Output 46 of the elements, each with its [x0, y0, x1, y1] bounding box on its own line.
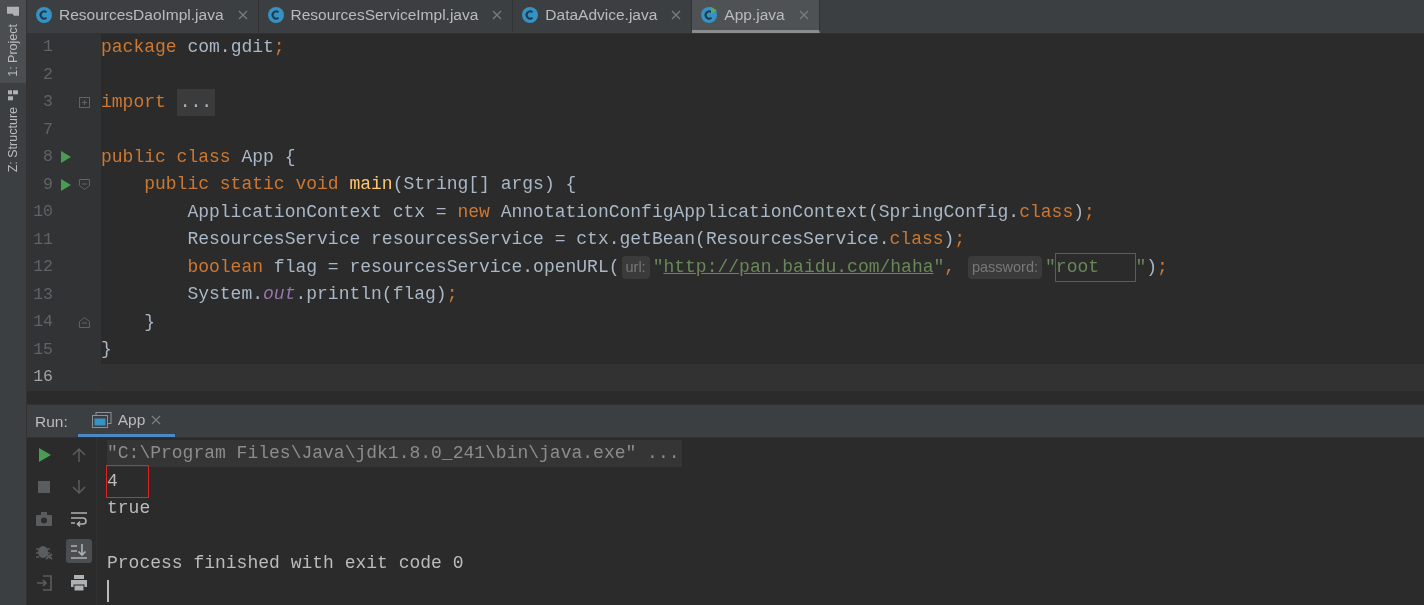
tool-window-tab[interactable]: Z: Structure [0, 82, 26, 179]
code-text: ApplicationContext ctx = new AnnotationConfigApplicationContext(SpringConfig.class); [186, 200, 1095, 224]
file-tab[interactable]: ResourcesServiceImpl.java [258, 0, 514, 33]
class-icon [521, 5, 540, 24]
close-icon [151, 414, 162, 425]
parameter-hint: url: [621, 255, 650, 280]
fold-marker-icon [79, 179, 91, 191]
code-text: import [101, 90, 167, 114]
close-icon [671, 9, 682, 20]
code-text: ResourcesService resourcesService = ctx.getBean(ResourcesService.class); [186, 228, 966, 252]
code-text: ", [933, 255, 957, 279]
file-tab[interactable]: ResourcesDaoImpl.java [27, 0, 259, 33]
code-text: public static void main(String[] args) { [143, 173, 577, 197]
text-cursor [107, 580, 109, 603]
code-text: " [652, 255, 664, 279]
tool-window-tab[interactable]: 1: Project [0, 0, 26, 83]
console-output: Process finished with exit code 0 [107, 552, 464, 576]
code-text: "); [1135, 255, 1168, 279]
run-tab[interactable]: App [77, 405, 176, 437]
line-number: 16 [32, 366, 53, 389]
code-text: } [101, 338, 112, 362]
folded-code[interactable]: ... [176, 88, 216, 116]
highlighted-text: root [1055, 253, 1136, 281]
panel-title: Run: [34, 411, 69, 432]
console-output: true [107, 497, 151, 521]
console-output: 4 [107, 465, 148, 497]
code-text: package com.gdit; [101, 35, 285, 59]
class-icon [35, 5, 53, 24]
code-text: System.out.println(flag); [186, 283, 458, 307]
close-icon [492, 9, 503, 20]
fold-marker-icon [79, 316, 91, 328]
code-text: public class App { [101, 145, 296, 169]
url-link[interactable]: http://pan.baidu.com/haha [663, 253, 934, 281]
close-icon [237, 9, 248, 20]
parameter-hint: password: [967, 255, 1043, 280]
file-tab[interactable]: App.java [692, 0, 820, 33]
close-icon [798, 9, 809, 20]
runnable-class-icon [700, 5, 719, 24]
structure-icon [7, 88, 19, 101]
code-text: boolean flag = resourcesService.openURL( [186, 255, 620, 279]
fold-marker-icon [79, 96, 91, 108]
code-text: " [1045, 255, 1056, 279]
code-text: } [143, 310, 155, 334]
folder-icon [6, 6, 20, 18]
console-window-icon [91, 411, 112, 428]
class-icon [266, 5, 285, 24]
